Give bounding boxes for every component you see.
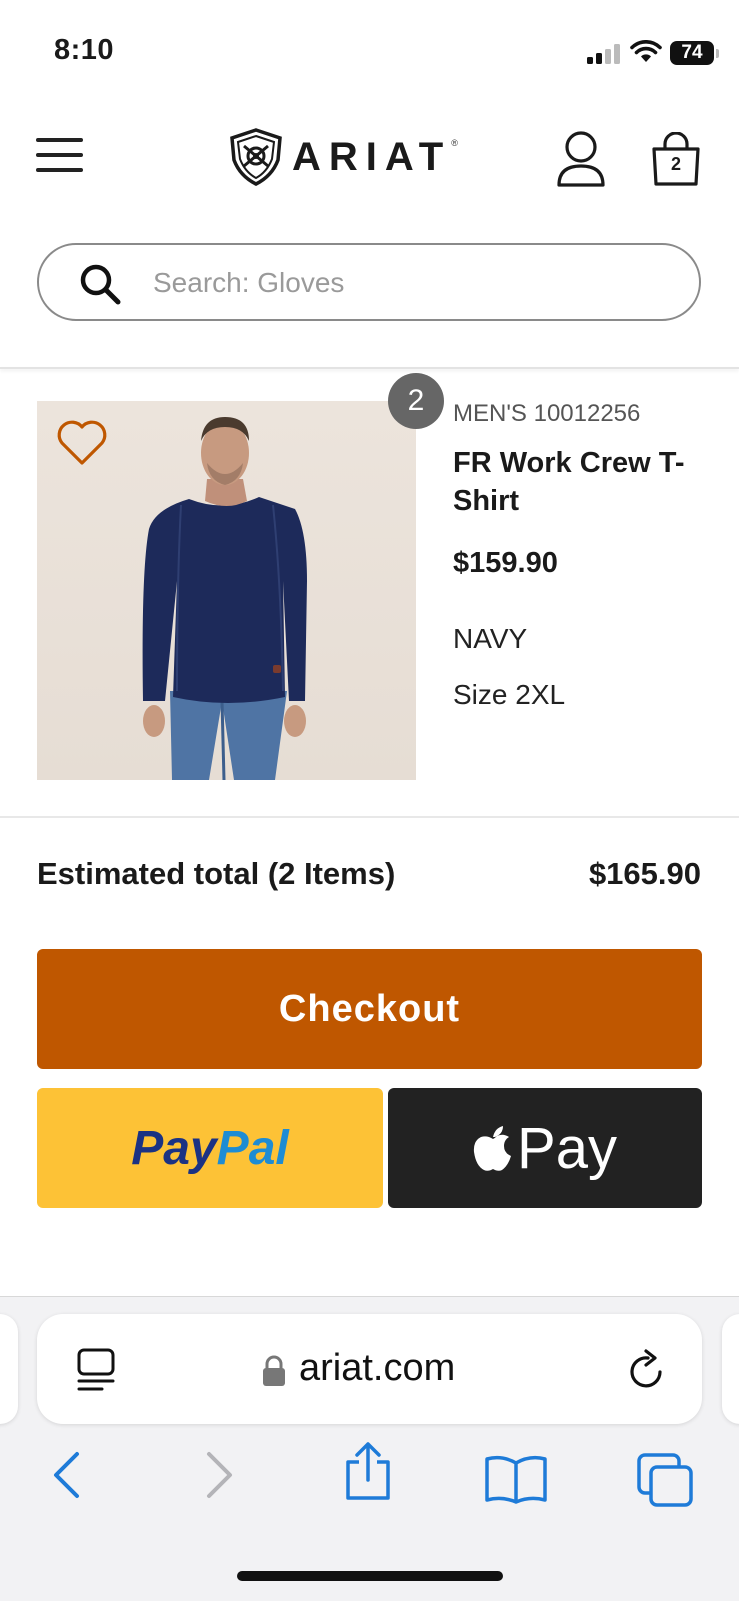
cart-count-badge: 2 xyxy=(670,154,681,174)
tabs-icon[interactable] xyxy=(636,1452,694,1508)
menu-button[interactable] xyxy=(36,138,84,178)
account-icon[interactable] xyxy=(556,130,606,188)
wifi-icon xyxy=(630,40,662,62)
share-icon[interactable] xyxy=(342,1440,394,1502)
paypal-logo-pal: Pal xyxy=(216,1121,289,1175)
back-chevron-icon[interactable] xyxy=(50,1450,82,1500)
product-size: Size 2XL xyxy=(453,679,566,710)
section-divider xyxy=(0,816,739,818)
menu-line xyxy=(36,138,83,142)
checkout-button[interactable]: Checkout xyxy=(37,949,702,1069)
ariat-shield-icon xyxy=(230,128,282,186)
forward-chevron-icon[interactable] xyxy=(204,1450,236,1500)
status-bar: 8:10 74 xyxy=(0,0,739,100)
search-icon xyxy=(80,264,121,305)
home-indicator[interactable] xyxy=(237,1571,503,1581)
product-meta: MEN'S 10012256 xyxy=(453,400,641,427)
product-color: NAVY xyxy=(453,623,528,654)
reload-icon[interactable] xyxy=(626,1348,668,1392)
url-text[interactable]: ariat.com xyxy=(299,1347,455,1390)
cellular-signal-icon xyxy=(587,44,620,64)
previous-tab-peek[interactable] xyxy=(0,1314,18,1424)
header-divider xyxy=(0,367,739,369)
registered-mark: ® xyxy=(451,138,458,148)
estimated-total-label: Estimated total (2 Items) xyxy=(37,856,396,891)
site-header: ARIAT ® 2 xyxy=(0,110,739,220)
lock-icon xyxy=(263,1355,285,1386)
reader-mode-icon[interactable] xyxy=(76,1348,116,1392)
battery-tip xyxy=(716,49,719,58)
status-time: 8:10 xyxy=(54,34,115,66)
wishlist-heart-icon[interactable] xyxy=(56,420,108,466)
paypal-button[interactable]: Pay Pal xyxy=(37,1088,383,1208)
apple-pay-button[interactable]: Pay xyxy=(388,1088,702,1208)
search-bar[interactable] xyxy=(37,243,701,321)
battery-icon: 74 xyxy=(670,41,714,65)
next-tab-peek[interactable] xyxy=(722,1314,739,1424)
search-input[interactable] xyxy=(151,261,655,305)
product-name[interactable]: FR Work Crew T-Shirt xyxy=(453,444,713,520)
paypal-logo-pay: Pay xyxy=(131,1121,217,1175)
apple-pay-label: Pay xyxy=(517,1115,617,1181)
bookmarks-book-icon[interactable] xyxy=(484,1454,548,1504)
product-price: $159.90 xyxy=(453,547,558,579)
quantity-badge: 2 xyxy=(388,373,444,429)
brand-logo[interactable]: ARIAT ® xyxy=(228,128,458,186)
estimated-total-value: $165.90 xyxy=(588,856,701,891)
menu-line xyxy=(36,153,83,157)
menu-line xyxy=(36,168,83,172)
brand-wordmark: ARIAT xyxy=(292,134,452,179)
apple-logo-icon xyxy=(473,1126,512,1171)
